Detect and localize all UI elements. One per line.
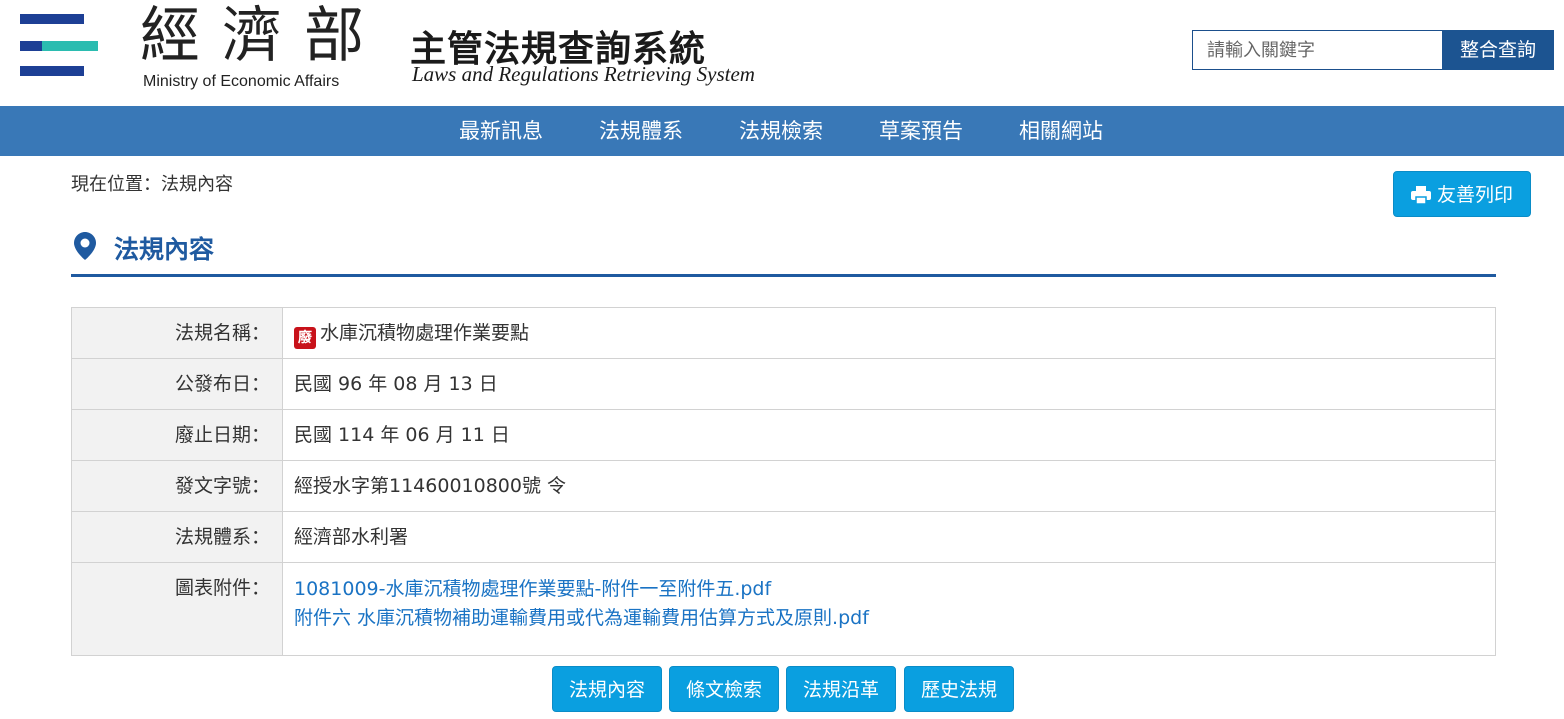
attachment-link[interactable]: 附件六 水庫沉積物補助運輸費用或代為運輸費用估算方式及原則.pdf	[294, 604, 1495, 633]
table-row: 廢止日期： 民國 114 年 06 月 11 日	[71, 409, 1496, 461]
tab-regulation-history[interactable]: 法規沿革	[786, 666, 896, 712]
friendly-print-button[interactable]: 友善列印	[1393, 171, 1531, 217]
site-header: 經濟部 Ministry of Economic Affairs 主管法規查詢系…	[0, 0, 1564, 106]
tab-historical-regulations[interactable]: 歷史法規	[904, 666, 1014, 712]
tab-article-search[interactable]: 條文檢索	[669, 666, 779, 712]
tab-regulation-content[interactable]: 法規內容	[552, 666, 662, 712]
field-label: 法規體系：	[71, 511, 283, 563]
publish-date-value: 民國 96 年 08 月 13 日	[282, 358, 1496, 410]
main-nav: 最新訊息 法規體系 法規檢索 草案預告 相關網站	[0, 106, 1564, 156]
field-label: 廢止日期：	[71, 409, 283, 461]
field-label: 圖表附件：	[71, 562, 283, 656]
nav-item-latest-news[interactable]: 最新訊息	[459, 106, 543, 156]
print-label: 友善列印	[1436, 184, 1513, 206]
abolish-date-value: 民國 114 年 06 月 11 日	[282, 409, 1496, 461]
attachment-link[interactable]: 1081009-水庫沉積物處理作業要點-附件一至附件五.pdf	[294, 575, 1495, 604]
regulation-name-value: 廢水庫沉積物處理作業要點	[282, 307, 1496, 359]
field-label: 公發布日：	[71, 358, 283, 410]
regulation-info-table: 法規名稱： 廢水庫沉積物處理作業要點 公發布日： 民國 96 年 08 月 13…	[71, 307, 1496, 656]
search-input[interactable]	[1192, 30, 1443, 70]
attachments-value: 1081009-水庫沉積物處理作業要點-附件一至附件五.pdf 附件六 水庫沉積…	[282, 562, 1496, 656]
field-label: 發文字號：	[71, 460, 283, 512]
table-row: 公發布日： 民國 96 年 08 月 13 日	[71, 358, 1496, 410]
ministry-logo-icon[interactable]	[20, 14, 98, 78]
table-row: 法規名稱： 廢水庫沉積物處理作業要點	[71, 307, 1496, 359]
table-row: 圖表附件： 1081009-水庫沉積物處理作業要點-附件一至附件五.pdf 附件…	[71, 562, 1496, 656]
breadcrumb: 現在位置：法規內容	[71, 174, 233, 195]
system-name-en: Laws and Regulations Retrieving System	[412, 62, 755, 86]
field-label: 法規名稱：	[71, 307, 283, 359]
regulation-name: 水庫沉積物處理作業要點	[320, 322, 530, 344]
table-row: 發文字號： 經授水字第11460010800號 令	[71, 460, 1496, 512]
abolished-badge: 廢	[294, 327, 316, 349]
section-header: 法規內容	[71, 228, 1496, 277]
org-name-cn[interactable]: 經濟部	[140, 0, 386, 72]
nav-item-draft-notice[interactable]: 草案預告	[879, 106, 963, 156]
page-title: 法規內容	[114, 235, 215, 264]
integrated-search-button[interactable]: 整合查詢	[1442, 30, 1554, 70]
nav-item-regulation-system[interactable]: 法規體系	[599, 106, 683, 156]
printer-icon	[1410, 186, 1431, 205]
regulation-system-value: 經濟部水利署	[282, 511, 1496, 563]
nav-item-related-sites[interactable]: 相關網站	[1019, 106, 1103, 156]
table-row: 法規體系： 經濟部水利署	[71, 511, 1496, 563]
map-pin-icon	[74, 232, 96, 260]
nav-item-regulation-search[interactable]: 法規檢索	[739, 106, 823, 156]
document-number-value: 經授水字第11460010800號 令	[282, 460, 1496, 512]
org-name-en: Ministry of Economic Affairs	[143, 73, 340, 90]
